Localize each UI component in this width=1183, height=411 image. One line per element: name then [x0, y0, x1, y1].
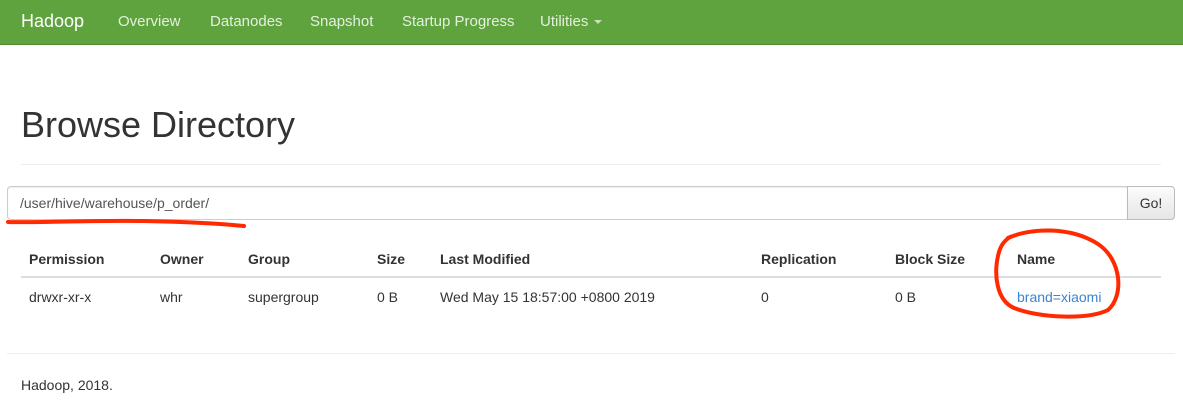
top-navbar: Hadoop Overview Datanodes Snapshot Start…	[0, 0, 1183, 45]
red-circle-annotation	[994, 228, 1121, 319]
navbar-brand[interactable]: Hadoop	[21, 11, 84, 32]
column-header-block-size[interactable]: Block Size	[895, 251, 965, 267]
nav-snapshot[interactable]: Snapshot	[310, 13, 373, 30]
caret-down-icon	[594, 20, 603, 25]
column-header-owner[interactable]: Owner	[160, 251, 204, 267]
nav-overview[interactable]: Overview	[118, 13, 181, 30]
footer-divider	[7, 353, 1175, 354]
cell-group: supergroup	[248, 289, 319, 305]
column-header-last-modified[interactable]: Last Modified	[440, 251, 530, 267]
cell-owner: whr	[160, 289, 183, 305]
cell-size: 0 B	[377, 289, 399, 305]
footer-text: Hadoop, 2018.	[21, 377, 113, 393]
nav-utilities-label: Utilities	[540, 13, 589, 30]
column-header-group[interactable]: Group	[248, 251, 290, 267]
red-underline-annotation	[6, 218, 246, 228]
header-divider	[21, 164, 1161, 165]
nav-datanodes[interactable]: Datanodes	[210, 13, 283, 30]
column-header-replication[interactable]: Replication	[761, 251, 836, 267]
page-title: Browse Directory	[21, 104, 296, 145]
nav-utilities-dropdown[interactable]: Utilities	[540, 13, 603, 30]
cell-permission: drwxr-xr-x	[29, 289, 92, 305]
cell-last-modified: Wed May 15 18:57:00 +0800 2019	[440, 289, 655, 305]
nav-startup-progress[interactable]: Startup Progress	[402, 13, 515, 30]
cell-block-size: 0 B	[895, 289, 917, 305]
cell-replication: 0	[761, 289, 769, 305]
column-header-permission[interactable]: Permission	[29, 251, 104, 267]
column-header-size[interactable]: Size	[377, 251, 405, 267]
go-button[interactable]: Go!	[1127, 186, 1175, 220]
